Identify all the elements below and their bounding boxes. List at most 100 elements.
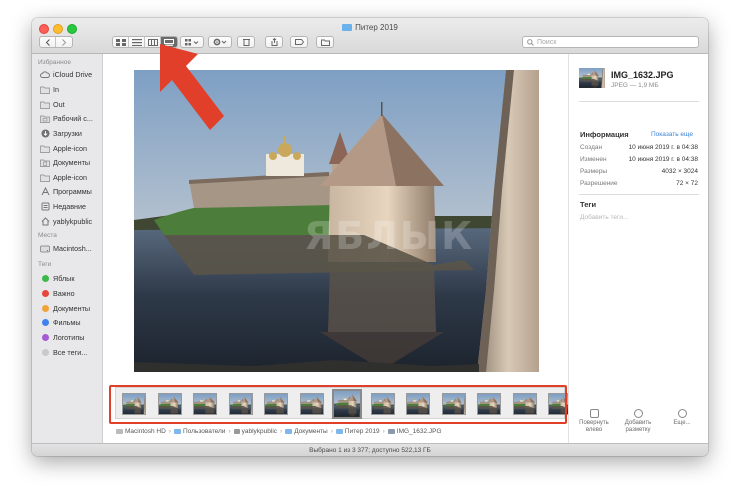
window-title: Питер 2019 bbox=[32, 23, 708, 32]
sidebar-item-apple-icon-1[interactable]: Apple-icon bbox=[40, 142, 102, 155]
desktop-folder-icon bbox=[40, 114, 50, 124]
back-button[interactable] bbox=[40, 37, 56, 47]
sidebar-locations-header: Места bbox=[38, 232, 57, 239]
disk-icon bbox=[116, 428, 123, 434]
tag-color-dot bbox=[41, 349, 49, 356]
titlebar: Питер 2019 bbox=[32, 18, 708, 54]
nav-buttons bbox=[39, 36, 73, 48]
tag-color-dot bbox=[41, 305, 49, 312]
path-item[interactable]: IMG_1632.JPG bbox=[387, 428, 442, 435]
folder-icon bbox=[40, 144, 50, 154]
path-separator: › bbox=[280, 427, 283, 435]
highlight-frame bbox=[109, 385, 567, 424]
file-thumbnail bbox=[579, 68, 605, 88]
downloads-icon bbox=[40, 129, 50, 139]
search-field[interactable] bbox=[522, 36, 699, 48]
sidebar-tags-header: Теги bbox=[38, 261, 52, 268]
folder-icon bbox=[174, 428, 181, 434]
info-row-resolution: Разрешение 72 × 72 bbox=[580, 180, 698, 187]
list-view-icon bbox=[131, 38, 142, 46]
sidebar-item-icloud[interactable]: iCloud Drive bbox=[40, 68, 102, 81]
sidebar-item-apple-icon-2[interactable]: Apple-icon bbox=[40, 171, 102, 184]
home-icon bbox=[40, 217, 50, 227]
sidebar-tag-important[interactable]: Важно bbox=[40, 287, 102, 300]
sidebar-item-desktop[interactable]: Рабочий с... bbox=[40, 112, 102, 125]
divider bbox=[579, 101, 699, 102]
folder-icon bbox=[40, 85, 50, 95]
ellipsis-icon bbox=[677, 409, 687, 418]
path-item[interactable]: yablykpublic bbox=[233, 428, 277, 435]
forward-button[interactable] bbox=[56, 37, 72, 47]
sidebar-favorites-header: Избранное bbox=[38, 59, 71, 66]
search-input[interactable] bbox=[537, 38, 687, 46]
file-meta: JPEG — 1,9 МБ bbox=[611, 82, 659, 89]
share-icon bbox=[271, 38, 277, 46]
path-separator: › bbox=[228, 427, 231, 435]
show-more-link[interactable]: Показать еще bbox=[651, 131, 693, 138]
trash-button[interactable] bbox=[237, 36, 255, 48]
rotate-left-icon bbox=[589, 409, 599, 418]
sidebar: Избранное iCloud Drive In Out Рабочий с.… bbox=[32, 54, 103, 443]
path-separator: › bbox=[330, 427, 333, 435]
tag-icon bbox=[294, 39, 304, 45]
icon-view-button[interactable] bbox=[113, 37, 129, 47]
folder-icon bbox=[335, 428, 343, 434]
documents-folder-icon bbox=[40, 158, 50, 168]
path-bar: Macintosh HD › Пользователи › yablykpubl… bbox=[103, 425, 708, 437]
tag-color-dot bbox=[41, 290, 49, 297]
path-item[interactable]: Питер 2019 bbox=[335, 428, 380, 435]
icon-view-icon bbox=[115, 38, 126, 46]
new-folder-button[interactable] bbox=[316, 36, 334, 48]
folder-icon bbox=[285, 428, 293, 434]
annotation-arrow-icon bbox=[160, 44, 224, 130]
sidebar-item-documents[interactable]: Документы bbox=[40, 156, 102, 169]
info-header: Информация bbox=[580, 130, 629, 139]
chevron-left-icon bbox=[45, 38, 50, 46]
recents-icon bbox=[40, 202, 50, 212]
info-panel: IMG_1632.JPG JPEG — 1,9 МБ Информация По… bbox=[568, 54, 708, 443]
home-icon bbox=[233, 428, 240, 434]
sidebar-item-out[interactable]: Out bbox=[40, 98, 102, 111]
search-icon bbox=[527, 38, 534, 46]
info-row-created: Создан 10 июня 2019 г. в 04:38 bbox=[580, 144, 698, 151]
sidebar-item-in[interactable]: In bbox=[40, 83, 102, 96]
watermark: ЯБЛЫК bbox=[304, 214, 475, 258]
tags-header: Теги bbox=[580, 200, 597, 209]
folder-icon bbox=[320, 39, 330, 46]
folder-icon bbox=[40, 100, 50, 110]
file-name: IMG_1632.JPG bbox=[611, 70, 674, 80]
list-view-button[interactable] bbox=[129, 37, 145, 47]
chevron-right-icon bbox=[62, 38, 67, 46]
path-separator: › bbox=[168, 427, 171, 435]
sidebar-item-macintosh-hd[interactable]: Macintosh... bbox=[40, 242, 102, 255]
path-separator: › bbox=[382, 427, 385, 435]
share-button[interactable] bbox=[265, 36, 283, 48]
info-row-dimensions: Размеры 4032 × 3024 bbox=[580, 168, 698, 175]
disk-icon bbox=[40, 244, 50, 254]
tag-button[interactable] bbox=[290, 36, 308, 48]
divider bbox=[579, 194, 699, 195]
sidebar-tag-yablyk[interactable]: Яблык bbox=[40, 272, 102, 285]
path-item[interactable]: Документы bbox=[285, 428, 328, 435]
sidebar-tag-documents[interactable]: Документы bbox=[40, 302, 102, 315]
sidebar-tag-logos[interactable]: Логотипы bbox=[40, 331, 102, 344]
tag-color-dot bbox=[41, 319, 49, 326]
sidebar-item-applications[interactable]: Программы bbox=[40, 185, 102, 198]
sidebar-item-downloads[interactable]: Загрузки bbox=[40, 127, 102, 140]
sidebar-item-recents[interactable]: Недавние bbox=[40, 200, 102, 213]
info-row-modified: Изменен 10 июня 2019 г. в 04:38 bbox=[580, 156, 698, 163]
path-item[interactable]: Macintosh HD bbox=[116, 428, 166, 435]
trash-icon bbox=[242, 39, 250, 46]
add-tags-field[interactable]: Добавить теги... bbox=[580, 214, 628, 221]
sidebar-tag-all[interactable]: Все теги... bbox=[40, 346, 102, 359]
path-item[interactable]: Пользователи bbox=[174, 428, 225, 435]
sidebar-item-home[interactable]: yablykpublic bbox=[40, 215, 102, 228]
folder-icon bbox=[40, 173, 50, 183]
applications-icon bbox=[40, 187, 50, 197]
tag-color-dot bbox=[41, 334, 49, 341]
status-bar: Выбрано 1 из 3 377; доступно 522,13 ГБ bbox=[32, 443, 708, 456]
tag-color-dot bbox=[41, 275, 49, 282]
sidebar-tag-movies[interactable]: Фильмы bbox=[40, 316, 102, 329]
markup-icon bbox=[633, 409, 643, 418]
folder-icon bbox=[342, 24, 353, 31]
